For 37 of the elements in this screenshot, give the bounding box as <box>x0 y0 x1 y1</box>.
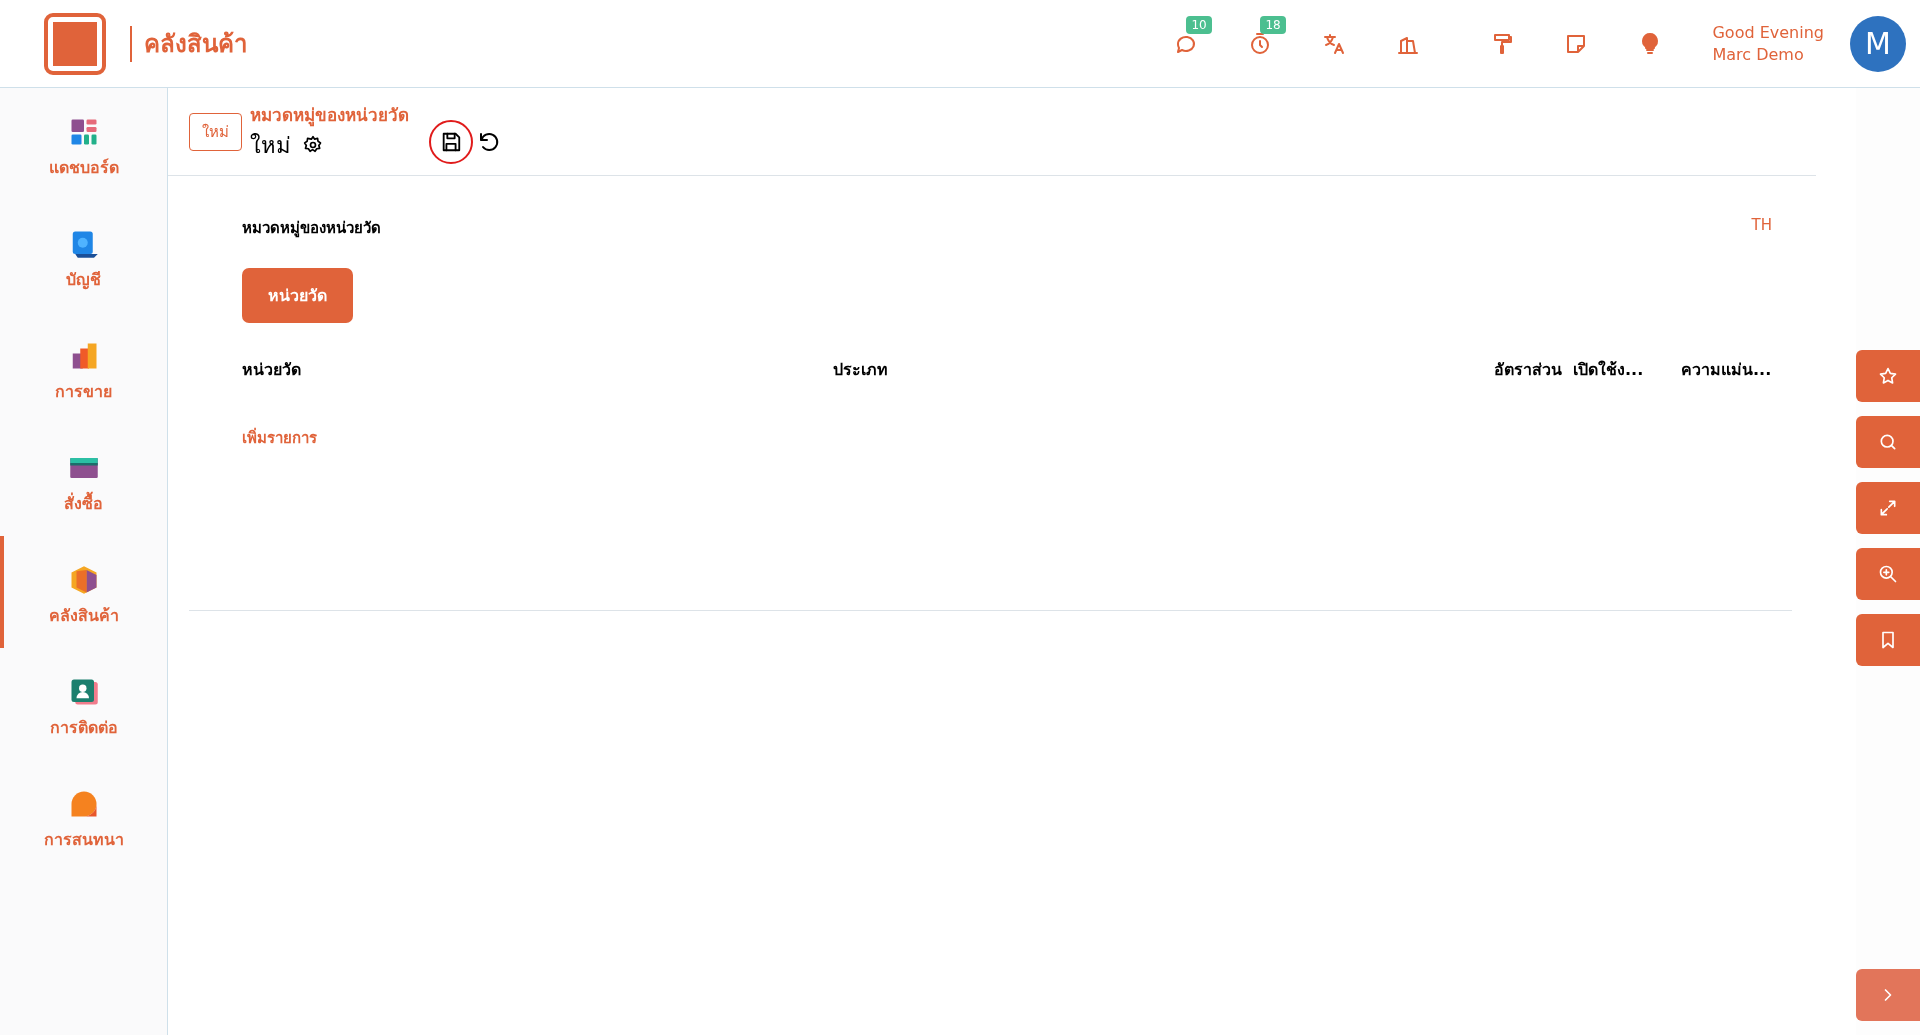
sidebar-expand-arrows-button[interactable] <box>1856 482 1920 534</box>
sidebar-search-button[interactable] <box>1856 416 1920 468</box>
logo-icon[interactable] <box>42 11 108 76</box>
sidebar-item[interactable]: การขาย <box>0 312 167 424</box>
star-icon <box>1878 366 1898 386</box>
column-header[interactable]: เปิดใช้ง... <box>1573 357 1681 382</box>
app-title: คลังสินค้า <box>144 29 247 60</box>
sidebar-item[interactable]: แดชบอร์ด <box>0 88 167 200</box>
sidebar-item[interactable]: การสนทนา <box>0 760 167 872</box>
column-header[interactable]: อัตราส่วน <box>1494 357 1573 382</box>
greeting-text: Good Evening <box>1712 21 1824 44</box>
expand-arrows-icon <box>1878 498 1898 518</box>
zoom-in-icon <box>1878 564 1898 584</box>
save-button[interactable] <box>429 119 473 164</box>
language-toggle[interactable]: TH <box>1751 216 1772 240</box>
tab[interactable]: หน่วยวัด <box>242 268 353 323</box>
status-badge: ใหม่ <box>189 112 242 151</box>
column-header[interactable]: ประเภท <box>833 357 1494 382</box>
translate-icon[interactable] <box>1322 31 1347 56</box>
sidebar-bookmark-button[interactable] <box>1856 614 1920 666</box>
user-avatar[interactable]: M <box>1850 15 1906 72</box>
sidebar-zoom-in-button[interactable] <box>1856 548 1920 600</box>
sidebar-star-button[interactable] <box>1856 350 1920 402</box>
breadcrumb-link[interactable]: หมวดหมู่ของหน่วยวัด <box>250 100 409 128</box>
column-header[interactable]: ความแม่น... <box>1681 357 1792 382</box>
search-icon <box>1878 432 1898 452</box>
settings-icon[interactable] <box>303 135 323 155</box>
column-header[interactable]: หน่วยวัด <box>242 357 833 382</box>
add-line-link[interactable]: เพิ่มรายการ <box>242 426 317 450</box>
user-name: Marc Demo <box>1712 43 1805 66</box>
sidebar-item[interactable]: การติดต่อ <box>0 648 167 760</box>
section-label: หมวดหมู่ของหน่วยวัด <box>242 218 381 240</box>
notification-count: 18 <box>1260 15 1286 34</box>
sidebar-item[interactable]: บัญชี <box>0 200 167 312</box>
notification-count: 10 <box>1186 15 1212 34</box>
sidebar-item[interactable]: สั่งซื้อ <box>0 424 167 536</box>
record-title: ใหม่ <box>250 131 291 160</box>
